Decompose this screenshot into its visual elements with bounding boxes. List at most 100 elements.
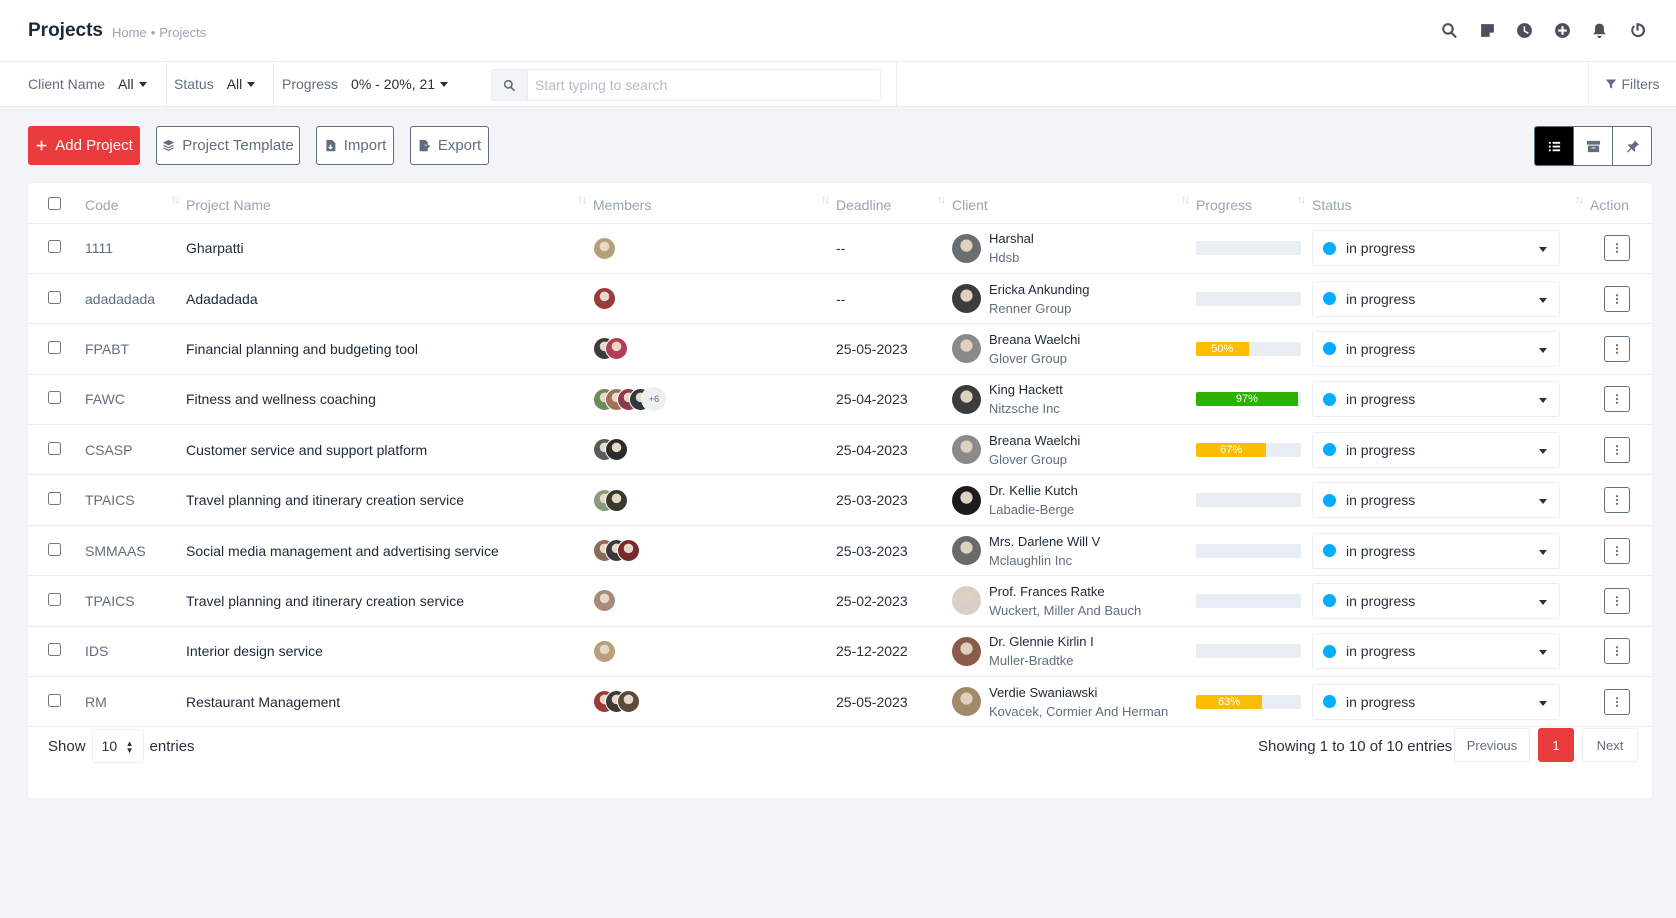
row-checkbox[interactable] xyxy=(48,240,61,254)
status-select[interactable]: in progress xyxy=(1312,330,1560,367)
progress-filter-dropdown[interactable]: 0% - 20%, 21 xyxy=(351,76,449,92)
status-select[interactable]: in progress xyxy=(1312,230,1560,267)
page-length-select[interactable]: 10 ▲ ▼ xyxy=(91,729,144,763)
column-deadline[interactable]: Deadline ↑↓ xyxy=(836,183,952,224)
row-checkbox[interactable] xyxy=(48,643,61,657)
row-checkbox[interactable] xyxy=(48,693,61,707)
row-action-button[interactable] xyxy=(1604,587,1630,614)
previous-page-button[interactable]: Previous xyxy=(1454,728,1530,762)
search-input[interactable] xyxy=(528,77,868,93)
status-select[interactable]: in progress xyxy=(1312,431,1560,468)
project-name-link[interactable]: Gharpatti xyxy=(186,223,593,273)
list-view-button[interactable] xyxy=(1535,127,1573,165)
breadcrumb-home[interactable]: Home xyxy=(112,25,147,40)
project-name-link[interactable]: Fitness and wellness coaching xyxy=(186,374,593,424)
client-filter[interactable]: Client Name All xyxy=(28,62,167,106)
import-button[interactable]: Import xyxy=(316,126,394,165)
project-name-link[interactable]: Financial planning and budgeting tool xyxy=(186,324,593,374)
client-name[interactable]: Dr. Kellie Kutch xyxy=(989,481,1078,500)
row-checkbox[interactable] xyxy=(48,391,61,405)
column-project-name[interactable]: Project Name ↑↓ xyxy=(186,183,593,224)
row-action-button[interactable] xyxy=(1604,487,1630,514)
project-name-link[interactable]: Interior design service xyxy=(186,626,593,676)
status-select[interactable]: in progress xyxy=(1312,582,1560,619)
member-avatar[interactable] xyxy=(605,337,628,361)
client-avatar[interactable] xyxy=(952,334,981,364)
client-avatar[interactable] xyxy=(952,536,981,566)
row-action-button[interactable] xyxy=(1604,436,1630,463)
client-avatar[interactable] xyxy=(952,687,981,717)
row-checkbox[interactable] xyxy=(48,492,61,506)
pinned-view-button[interactable] xyxy=(1612,127,1651,165)
status-filter-dropdown[interactable]: All xyxy=(227,76,256,92)
add-project-button[interactable]: Add Project xyxy=(28,126,140,165)
row-action-button[interactable] xyxy=(1604,335,1630,362)
bell-icon[interactable] xyxy=(1581,19,1619,41)
row-action-button[interactable] xyxy=(1604,688,1630,715)
project-name-link[interactable]: Travel planning and itinerary creation s… xyxy=(186,576,593,626)
client-name[interactable]: Ericka Ankunding xyxy=(989,280,1089,299)
power-icon[interactable] xyxy=(1619,19,1657,41)
column-code[interactable]: Code ↑↓ xyxy=(85,183,186,224)
project-name-link[interactable]: Restaurant Management xyxy=(186,677,593,727)
page-1-button[interactable]: 1 xyxy=(1538,728,1574,762)
project-name-link[interactable]: Adadadada xyxy=(186,273,593,323)
member-avatar[interactable] xyxy=(605,438,628,462)
status-select[interactable]: in progress xyxy=(1312,280,1560,317)
client-filter-dropdown[interactable]: All xyxy=(118,76,147,92)
more-members-badge[interactable]: +6 xyxy=(641,386,667,413)
filters-button[interactable]: Filters xyxy=(1588,62,1676,106)
status-select[interactable]: in progress xyxy=(1312,683,1560,720)
member-avatar[interactable] xyxy=(593,236,616,260)
client-name[interactable]: King Hackett xyxy=(989,380,1063,399)
member-avatar[interactable] xyxy=(617,539,640,563)
project-template-button[interactable]: Project Template xyxy=(156,126,300,165)
status-select[interactable]: in progress xyxy=(1312,381,1560,418)
status-select[interactable]: in progress xyxy=(1312,482,1560,519)
status-filter[interactable]: Status All xyxy=(174,62,274,106)
client-avatar[interactable] xyxy=(952,384,981,414)
row-checkbox[interactable] xyxy=(48,340,61,354)
row-action-button[interactable] xyxy=(1604,386,1630,413)
column-members[interactable]: Members ↑↓ xyxy=(593,183,836,224)
select-all-checkbox[interactable] xyxy=(48,196,61,210)
client-name[interactable]: Mrs. Darlene Will V xyxy=(989,532,1100,551)
client-name[interactable]: Breana Waelchi xyxy=(989,431,1080,450)
client-name[interactable]: Verdie Swaniawski xyxy=(989,683,1168,702)
project-name-link[interactable]: Social media management and advertising … xyxy=(186,525,593,575)
column-status[interactable]: Status ↑↓ xyxy=(1312,183,1590,224)
project-name-link[interactable]: Customer service and support platform xyxy=(186,425,593,475)
client-name[interactable]: Harshal xyxy=(989,229,1034,248)
plus-circle-icon[interactable] xyxy=(1544,19,1582,41)
row-checkbox[interactable] xyxy=(48,542,61,556)
progress-filter[interactable]: Progress 0% - 20%, 21 xyxy=(282,62,474,106)
client-avatar[interactable] xyxy=(952,586,981,616)
member-avatar[interactable] xyxy=(593,287,616,311)
row-action-button[interactable] xyxy=(1604,537,1630,564)
row-checkbox[interactable] xyxy=(48,592,61,606)
row-checkbox[interactable] xyxy=(48,441,61,455)
client-name[interactable]: Dr. Glennie Kirlin I xyxy=(989,632,1094,651)
client-name[interactable]: Prof. Frances Ratke xyxy=(989,582,1141,601)
member-avatar[interactable] xyxy=(593,639,616,663)
archive-view-button[interactable] xyxy=(1573,127,1612,165)
column-progress[interactable]: Progress ↑↓ xyxy=(1196,183,1312,224)
member-avatar[interactable] xyxy=(605,488,628,512)
member-avatar[interactable] xyxy=(593,589,616,613)
row-action-button[interactable] xyxy=(1604,638,1630,665)
column-client[interactable]: Client ↑↓ xyxy=(952,183,1196,224)
clock-icon[interactable] xyxy=(1506,19,1544,41)
row-checkbox[interactable] xyxy=(48,290,61,304)
client-avatar[interactable] xyxy=(952,284,981,314)
sticky-note-icon[interactable] xyxy=(1469,19,1507,41)
client-avatar[interactable] xyxy=(952,435,981,465)
project-name-link[interactable]: Travel planning and itinerary creation s… xyxy=(186,475,593,525)
status-select[interactable]: in progress xyxy=(1312,532,1560,569)
export-button[interactable]: Export xyxy=(410,126,489,165)
client-avatar[interactable] xyxy=(952,485,981,515)
member-avatar[interactable] xyxy=(617,690,640,714)
next-page-button[interactable]: Next xyxy=(1582,728,1638,762)
status-select[interactable]: in progress xyxy=(1312,633,1560,670)
search-icon[interactable] xyxy=(1431,19,1469,41)
row-action-button[interactable] xyxy=(1604,235,1630,262)
